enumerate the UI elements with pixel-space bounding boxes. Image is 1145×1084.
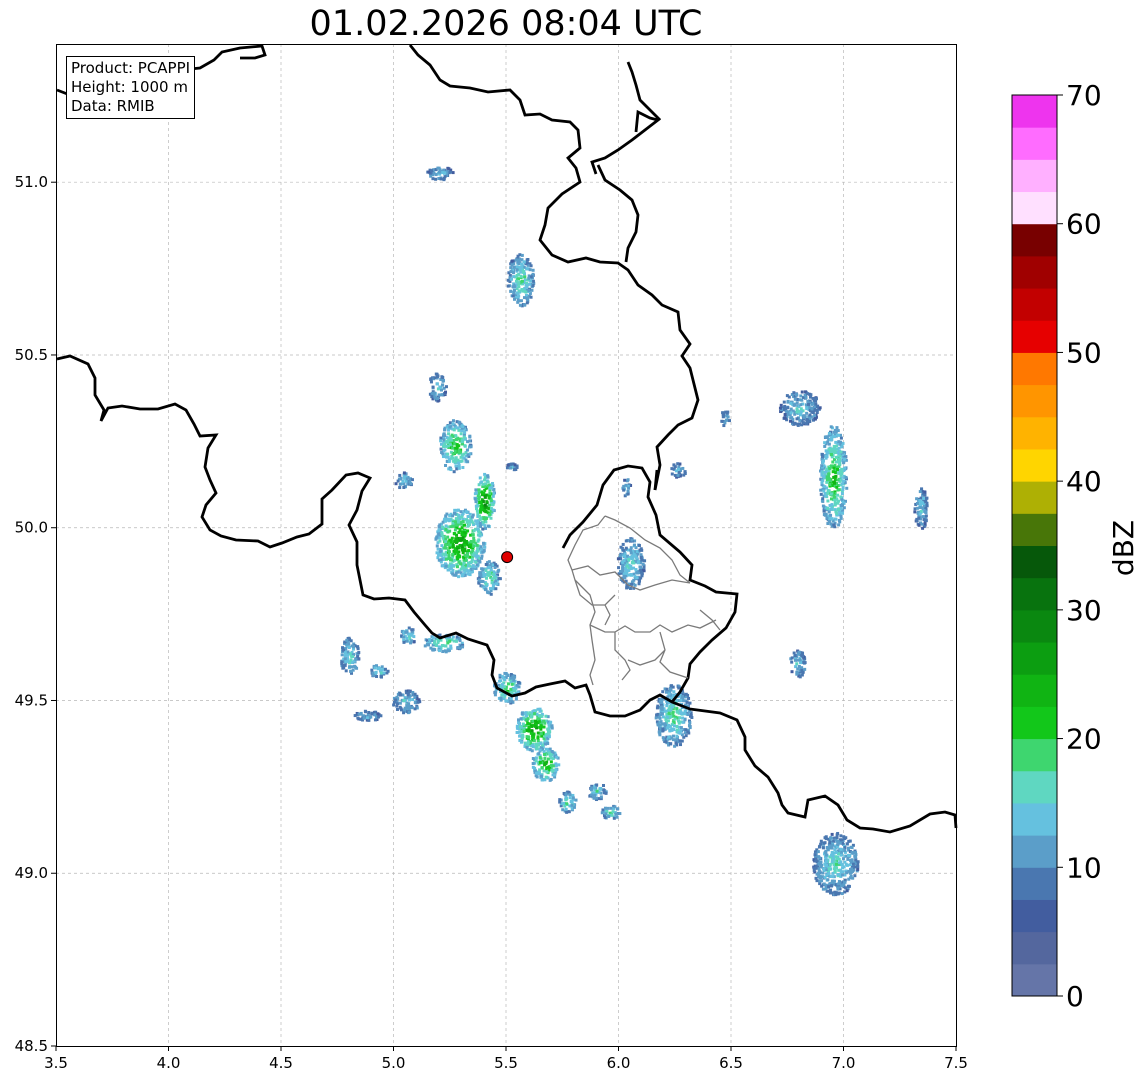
- colorbar-band: [1012, 674, 1057, 707]
- colorbar-band: [1012, 835, 1057, 868]
- colorbar-band: [1012, 706, 1057, 740]
- colorbar-tick-label: 50: [1066, 336, 1102, 369]
- colorbar-tick-label: 10: [1066, 851, 1102, 884]
- colorbar-band: [1012, 609, 1057, 643]
- colorbar-band: [1012, 545, 1057, 579]
- colorbar-band: [1012, 288, 1057, 321]
- colorbar-band: [1012, 127, 1057, 160]
- colorbar-band: [1012, 223, 1057, 257]
- colorbar-tick-label: 20: [1066, 723, 1102, 756]
- colorbar-tick-label: 40: [1066, 465, 1102, 498]
- colorbar-band: [1012, 448, 1057, 482]
- colorbar-tick-label: 60: [1066, 208, 1102, 241]
- colorbar-band: [1012, 513, 1057, 546]
- colorbar-band: [1012, 320, 1057, 353]
- colorbar-tick-label: 70: [1066, 79, 1102, 112]
- colorbar-tick-label: 30: [1066, 594, 1102, 627]
- colorbar: 0 10 20 30 40 50 60 70 dBZ: [1011, 79, 1140, 1013]
- colorbar-label: dBZ: [1107, 520, 1140, 576]
- colorbar-band: [1012, 384, 1057, 418]
- colorbar-band: [1012, 899, 1057, 933]
- colorbar-band: [1012, 159, 1057, 193]
- colorbar-band: [1012, 738, 1057, 772]
- colorbar-tick-label: 0: [1066, 980, 1084, 1013]
- colorbar-band: [1012, 770, 1057, 804]
- colorbar-band: [1012, 416, 1057, 450]
- colorbar-band: [1012, 931, 1057, 965]
- colorbar-band: [1012, 255, 1057, 289]
- colorbar-band: [1012, 867, 1057, 900]
- colorbar-bands: [1011, 94, 1058, 997]
- colorbar-band: [1012, 642, 1057, 675]
- colorbar-ticks: 0 10 20 30 40 50 60 70: [1057, 79, 1102, 1013]
- colorbar-band: [1012, 577, 1057, 611]
- colorbar-band: [1012, 802, 1057, 836]
- colorbar-band: [1012, 963, 1057, 997]
- colorbar-band: [1012, 191, 1057, 225]
- colorbar-band: [1012, 352, 1057, 386]
- colorbar-band: [1012, 95, 1057, 128]
- colorbar-band: [1012, 481, 1057, 514]
